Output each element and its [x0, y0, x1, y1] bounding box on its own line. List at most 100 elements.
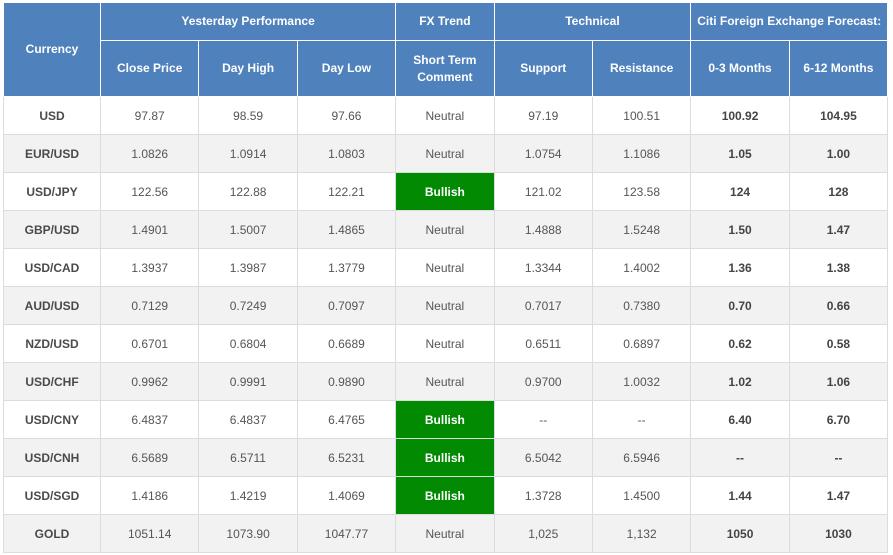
forecast-0-3-cell: 1050: [690, 514, 790, 553]
day-high-cell: 1.0914: [198, 134, 298, 173]
close-price-cell: 122.56: [99, 172, 200, 211]
day-high-cell: 6.4837: [198, 400, 298, 439]
day-low-cell: 1.4069: [296, 476, 397, 515]
support-header: Support: [493, 40, 593, 97]
yesterday-performance-header: Yesterday Performance: [99, 2, 397, 41]
fx-table: Currency Yesterday Performance FX Trend …: [3, 2, 889, 553]
day-high-cell: 0.6804: [198, 324, 298, 363]
currency-cell: USD/CHF: [3, 362, 101, 401]
support-cell: 1.3344: [493, 248, 593, 287]
table-row: GOLD 1051.14 1073.90 1047.77 Neutral 1,025 1,1…: [3, 514, 889, 553]
forecast-6-12-cell: 0.66: [788, 286, 889, 325]
day-high-cell: 0.9991: [198, 362, 298, 401]
table-row: EUR/USD 1.0826 1.0914 1.0803 Neutral 1.0754 1.…: [3, 134, 889, 173]
table-row: USD/CHF 0.9962 0.9991 0.9890 Neutral 0.9700 1.…: [3, 362, 889, 401]
currency-cell: USD/SGD: [3, 476, 101, 515]
day-high-header: Day High: [198, 40, 298, 97]
day-low-cell: 6.4765: [296, 400, 397, 439]
day-low-cell: 1047.77: [296, 514, 397, 553]
table-row: USD/JPY 122.56 122.88 122.21 Bullish 121.02 12…: [3, 172, 889, 211]
forecast-6-12-header: 6-12 Months: [788, 40, 889, 97]
day-low-header: Day Low: [296, 40, 397, 97]
bullish-badge: Bullish: [395, 438, 495, 477]
currency-cell: GBP/USD: [3, 210, 101, 249]
resistance-cell: 100.51: [591, 96, 692, 135]
day-high-cell: 1.4219: [198, 476, 298, 515]
close-price-cell: 1.3937: [99, 248, 200, 287]
resistance-cell: 0.7380: [591, 286, 692, 325]
forecast-header: Citi Foreign Exchange Forecast:: [690, 2, 889, 41]
forecast-6-12-cell: 6.70: [788, 400, 889, 439]
forecast-6-12-cell: 1.47: [788, 210, 889, 249]
forecast-0-3-cell: 1.02: [690, 362, 790, 401]
forecast-0-3-cell: 100.92: [690, 96, 790, 135]
close-price-cell: 6.5689: [99, 438, 200, 477]
day-high-cell: 122.88: [198, 172, 298, 211]
day-low-cell: 0.6689: [296, 324, 397, 363]
day-high-cell: 1.5007: [198, 210, 298, 249]
trend-cell: Neutral: [395, 324, 495, 363]
forecast-0-3-cell: 124: [690, 172, 790, 211]
forecast-0-3-cell: --: [690, 438, 790, 477]
forecast-6-12-cell: 104.95: [788, 96, 889, 135]
currency-cell: USD/CAD: [3, 248, 101, 287]
forecast-0-3-cell: 0.62: [690, 324, 790, 363]
close-price-cell: 1.0826: [99, 134, 200, 173]
support-cell: --: [493, 400, 593, 439]
forecast-0-3-cell: 1.36: [690, 248, 790, 287]
close-price-cell: 0.7129: [99, 286, 200, 325]
table-row: AUD/USD 0.7129 0.7249 0.7097 Neutral 0.7017 0.…: [3, 286, 889, 325]
table-row: GBP/USD 1.4901 1.5007 1.4865 Neutral 1.4888 1.…: [3, 210, 889, 249]
support-cell: 1.3728: [493, 476, 593, 515]
day-low-cell: 1.4865: [296, 210, 397, 249]
bullish-badge: Bullish: [395, 400, 495, 439]
trend-cell: Neutral: [395, 96, 495, 135]
day-low-cell: 6.5231: [296, 438, 397, 477]
fx-trend-header: FX Trend: [395, 2, 495, 41]
close-price-cell: 97.87: [99, 96, 200, 135]
short-term-comment-header: Short Term Comment: [395, 40, 495, 97]
forecast-6-12-cell: 128: [788, 172, 889, 211]
trend-cell: Neutral: [395, 514, 495, 553]
support-cell: 0.7017: [493, 286, 593, 325]
trend-cell: Neutral: [395, 286, 495, 325]
table-row: USD/CNH 6.5689 6.5711 6.5231 Bullish 6.5042 6.…: [3, 438, 889, 477]
close-price-cell: 1.4901: [99, 210, 200, 249]
currency-cell: USD/JPY: [3, 172, 101, 211]
trend-cell: Neutral: [395, 362, 495, 401]
support-cell: 0.6511: [493, 324, 593, 363]
day-low-cell: 1.0803: [296, 134, 397, 173]
bullish-badge: Bullish: [395, 476, 495, 515]
resistance-cell: 1.1086: [591, 134, 692, 173]
currency-cell: USD: [3, 96, 101, 135]
resistance-cell: 123.58: [591, 172, 692, 211]
trend-cell: Neutral: [395, 134, 495, 173]
table-row: USD 97.87 98.59 97.66 Neutral 97.19 100.51 100.…: [3, 96, 889, 135]
table-row: USD/CAD 1.3937 1.3987 1.3779 Neutral 1.3344 1.…: [3, 248, 889, 287]
resistance-cell: 1.4002: [591, 248, 692, 287]
support-cell: 1.0754: [493, 134, 593, 173]
day-high-cell: 6.5711: [198, 438, 298, 477]
resistance-header: Resistance: [591, 40, 692, 97]
day-low-cell: 0.9890: [296, 362, 397, 401]
currency-cell: NZD/USD: [3, 324, 101, 363]
currency-cell: USD/CNH: [3, 438, 101, 477]
forecast-6-12-cell: 1.06: [788, 362, 889, 401]
resistance-cell: 0.6897: [591, 324, 692, 363]
day-high-cell: 1073.90: [198, 514, 298, 553]
resistance-cell: 6.5946: [591, 438, 692, 477]
table-header: Currency Yesterday Performance FX Trend …: [3, 2, 889, 97]
technical-header: Technical: [493, 2, 692, 41]
day-high-cell: 98.59: [198, 96, 298, 135]
forecast-0-3-cell: 1.50: [690, 210, 790, 249]
resistance-cell: --: [591, 400, 692, 439]
support-cell: 97.19: [493, 96, 593, 135]
resistance-cell: 1.0032: [591, 362, 692, 401]
currency-cell: USD/CNY: [3, 400, 101, 439]
support-cell: 1.4888: [493, 210, 593, 249]
close-price-cell: 0.6701: [99, 324, 200, 363]
day-low-cell: 0.7097: [296, 286, 397, 325]
currency-cell: EUR/USD: [3, 134, 101, 173]
table-row: USD/SGD 1.4186 1.4219 1.4069 Bullish 1.3728 1.…: [3, 476, 889, 515]
forecast-6-12-cell: 1030: [788, 514, 889, 553]
